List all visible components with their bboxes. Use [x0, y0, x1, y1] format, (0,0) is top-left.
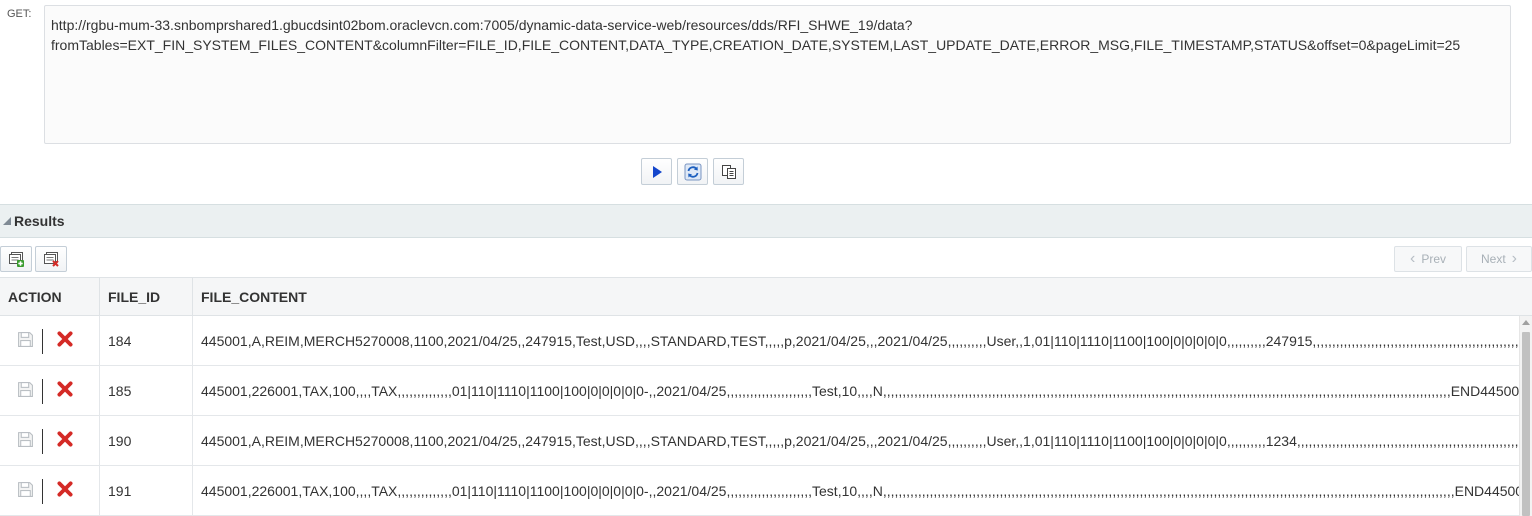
table-row[interactable]: 185 445001,226001,TAX,100,,,,TAX,,,,,,,,… [0, 366, 1519, 416]
delete-icon[interactable] [56, 330, 74, 348]
delete-icon[interactable] [56, 380, 74, 398]
table-row[interactable]: 184 445001,A,REIM,MERCH5270008,1100,2021… [0, 316, 1519, 366]
copy-button[interactable] [713, 158, 744, 185]
add-row-button[interactable] [0, 246, 32, 272]
column-header-action[interactable]: ACTION [0, 278, 100, 316]
prev-page-button[interactable]: ‹ Prev [1394, 246, 1462, 272]
add-row-icon [9, 252, 24, 267]
delete-rows-icon [44, 252, 59, 267]
action-cell [0, 366, 100, 416]
vertical-scrollbar[interactable] [1519, 316, 1532, 516]
action-cell [0, 316, 100, 366]
execute-button[interactable] [641, 158, 672, 185]
column-header-file-content[interactable]: FILE_CONTENT [193, 278, 1532, 316]
save-icon[interactable] [17, 331, 34, 348]
file-id-cell: 184 [100, 316, 193, 366]
delete-icon[interactable] [56, 480, 74, 498]
action-separator [42, 479, 43, 504]
save-icon[interactable] [17, 431, 34, 448]
save-icon[interactable] [17, 481, 34, 498]
table-row[interactable]: 190 445001,A,REIM,MERCH5270008,1100,2021… [0, 416, 1519, 466]
action-cell [0, 416, 100, 466]
table-row[interactable]: 191 445001,226001,TAX,100,,,,TAX,,,,,,,,… [0, 466, 1519, 516]
file-content-cell: 445001,A,REIM,MERCH5270008,1100,2021/04/… [201, 433, 1519, 449]
file-content-cell: 445001,226001,TAX,100,,,,TAX,,,,,,,,,,,,… [201, 483, 1519, 499]
table-header: ACTION FILE_ID FILE_CONTENT [0, 278, 1532, 316]
scrollbar-thumb[interactable] [1522, 332, 1530, 516]
results-panel-header[interactable]: Results [0, 204, 1532, 238]
delete-icon[interactable] [56, 430, 74, 448]
action-cell [0, 466, 100, 516]
copy-icon [721, 164, 736, 179]
results-table: ACTION FILE_ID FILE_CONTENT 184 445001,A… [0, 277, 1532, 516]
action-separator [42, 379, 43, 404]
chevron-right-icon: › [1511, 250, 1517, 267]
file-id-cell: 190 [100, 416, 193, 466]
request-method-label: GET: [7, 8, 32, 20]
file-content-cell: 445001,226001,TAX,100,,,,TAX,,,,,,,,,,,,… [201, 383, 1519, 399]
next-page-button[interactable]: Next › [1466, 246, 1532, 272]
save-icon[interactable] [17, 381, 34, 398]
prev-page-label: Prev [1421, 252, 1446, 266]
scroll-up-arrow-icon[interactable] [1522, 320, 1530, 325]
file-content-cell: 445001,A,REIM,MERCH5270008,1100,2021/04/… [201, 333, 1519, 349]
play-icon [652, 165, 662, 178]
request-url-field[interactable]: http://rgbu-mum-33.snbomprshared1.gbucds… [44, 5, 1511, 144]
collapse-triangle-icon[interactable] [3, 217, 11, 225]
next-page-label: Next [1480, 252, 1506, 266]
refresh-icon [684, 163, 701, 180]
chevron-left-icon: ‹ [1409, 250, 1416, 267]
action-separator [42, 429, 43, 454]
results-title: Results [14, 213, 65, 229]
delete-rows-button[interactable] [35, 246, 67, 272]
column-header-file-id[interactable]: FILE_ID [100, 278, 193, 316]
file-id-cell: 191 [100, 466, 193, 516]
action-separator [42, 329, 43, 354]
refresh-button[interactable] [677, 158, 708, 185]
file-id-cell: 185 [100, 366, 193, 416]
